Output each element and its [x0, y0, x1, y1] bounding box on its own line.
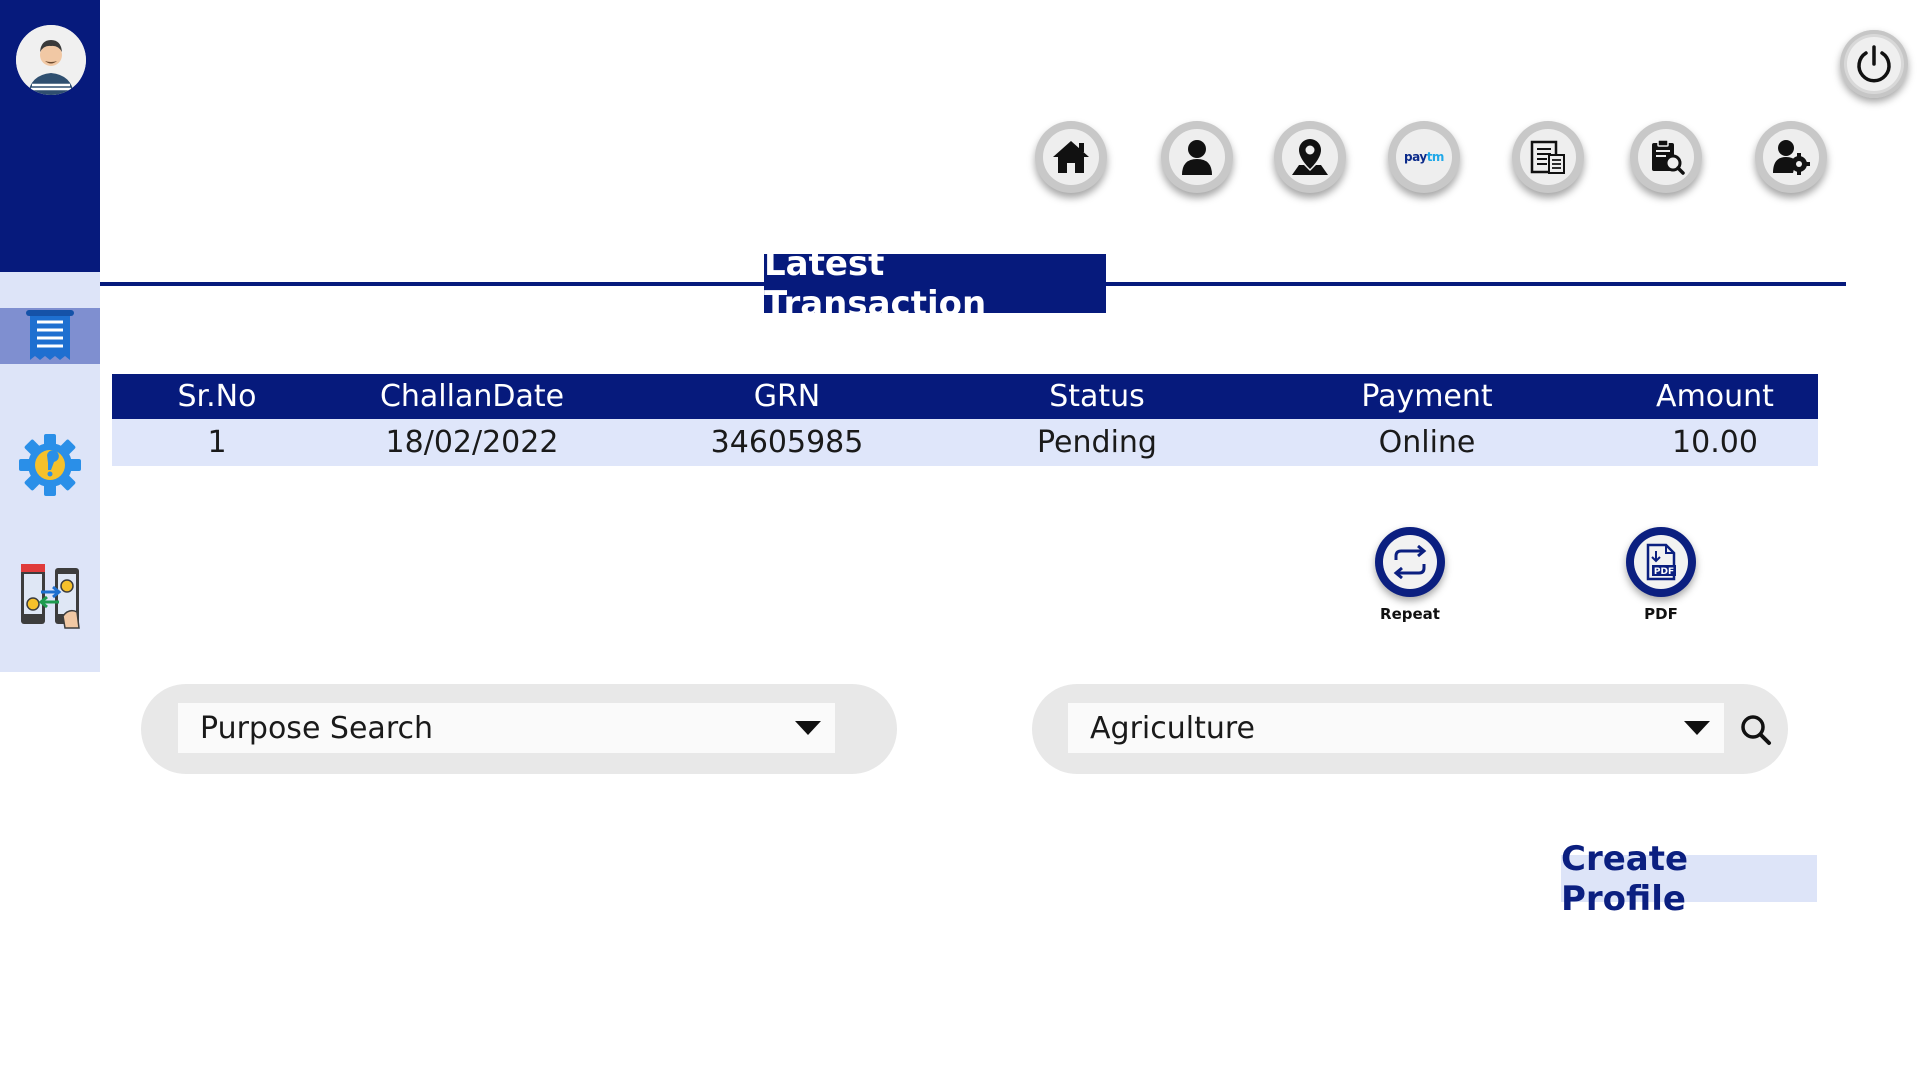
- sidebar-menu: [0, 272, 100, 672]
- category-select[interactable]: Agriculture: [1068, 703, 1724, 753]
- power-button[interactable]: [1840, 30, 1908, 98]
- svg-text:PDF: PDF: [1654, 567, 1674, 577]
- home-icon: [1053, 141, 1089, 173]
- sidebar-item-settings[interactable]: [0, 430, 100, 500]
- nav-track-button[interactable]: [1630, 121, 1702, 193]
- table-row[interactable]: 1 18/02/2022 34605985 Pending Online 10.…: [112, 419, 1818, 466]
- sidebar-header: [0, 0, 100, 272]
- receipt-icon: [1530, 140, 1565, 174]
- map-pin-icon: [1292, 139, 1328, 175]
- repeat-button[interactable]: [1375, 527, 1445, 597]
- user-settings-icon: [1773, 140, 1810, 175]
- search-document-icon: [1652, 139, 1685, 175]
- nav-home-button[interactable]: [1035, 121, 1107, 193]
- column-header-payment: Payment: [1361, 379, 1493, 414]
- mobile-transfer-icon: [21, 564, 80, 629]
- repeat-icon: [1393, 545, 1427, 579]
- column-header-grn: GRN: [753, 379, 821, 414]
- category-search-container: Agriculture: [1032, 684, 1788, 774]
- column-header-amount: Amount: [1656, 379, 1774, 414]
- table-header: Sr.No ChallanDate GRN Status Payment Amo…: [112, 374, 1818, 419]
- power-button-face: [1847, 37, 1901, 91]
- cell-payment: Online: [1378, 425, 1476, 460]
- nav-paytm-button[interactable]: paytm: [1388, 121, 1460, 193]
- page-title: Latest Transaction: [764, 244, 1106, 324]
- nav-receipt-button[interactable]: [1512, 121, 1584, 193]
- nav-profile-button[interactable]: [1161, 121, 1233, 193]
- transaction-table: Sr.No ChallanDate GRN Status Payment Amo…: [112, 374, 1818, 466]
- nav-location-button[interactable]: [1274, 121, 1346, 193]
- user-icon: [1182, 140, 1212, 175]
- cell-sr-no: 1: [207, 425, 227, 460]
- purpose-search-container: Purpose Search: [141, 684, 897, 774]
- avatar[interactable]: [16, 25, 86, 95]
- create-profile-button[interactable]: Create Profile: [1561, 839, 1817, 919]
- pdf-label: PDF: [1644, 605, 1678, 623]
- nav-user-settings-button[interactable]: [1755, 121, 1827, 193]
- settings-gear-icon: [19, 434, 81, 496]
- cell-amount: 10.00: [1672, 425, 1758, 460]
- column-header-challan-date: ChallanDate: [379, 379, 565, 414]
- sidebar-item-challans[interactable]: [0, 308, 100, 364]
- pdf-button[interactable]: PDF: [1626, 527, 1696, 597]
- cell-challan-date: 18/02/2022: [385, 425, 559, 460]
- column-header-sr-no: Sr.No: [177, 379, 257, 414]
- paytm-icon: paytm: [1396, 129, 1452, 185]
- cell-status: Pending: [1037, 425, 1157, 460]
- category-value: Agriculture: [1090, 710, 1255, 746]
- search-icon[interactable]: [1740, 714, 1772, 746]
- chevron-down-icon: [795, 721, 821, 735]
- column-header-status: Status: [1049, 379, 1145, 414]
- chevron-down-icon: [1684, 721, 1710, 735]
- repeat-action: Repeat: [1365, 527, 1455, 623]
- sidebar-item-transfer[interactable]: [0, 560, 100, 634]
- pdf-action: PDF PDF: [1616, 527, 1706, 623]
- purpose-search-value: Purpose Search: [200, 710, 433, 746]
- power-icon: [1857, 45, 1891, 83]
- repeat-label: Repeat: [1380, 605, 1440, 623]
- purpose-search-select[interactable]: Purpose Search: [178, 703, 835, 753]
- receipt-list-icon: [26, 310, 74, 360]
- cell-grn: 34605985: [710, 425, 864, 460]
- pdf-icon: PDF: [1646, 543, 1676, 581]
